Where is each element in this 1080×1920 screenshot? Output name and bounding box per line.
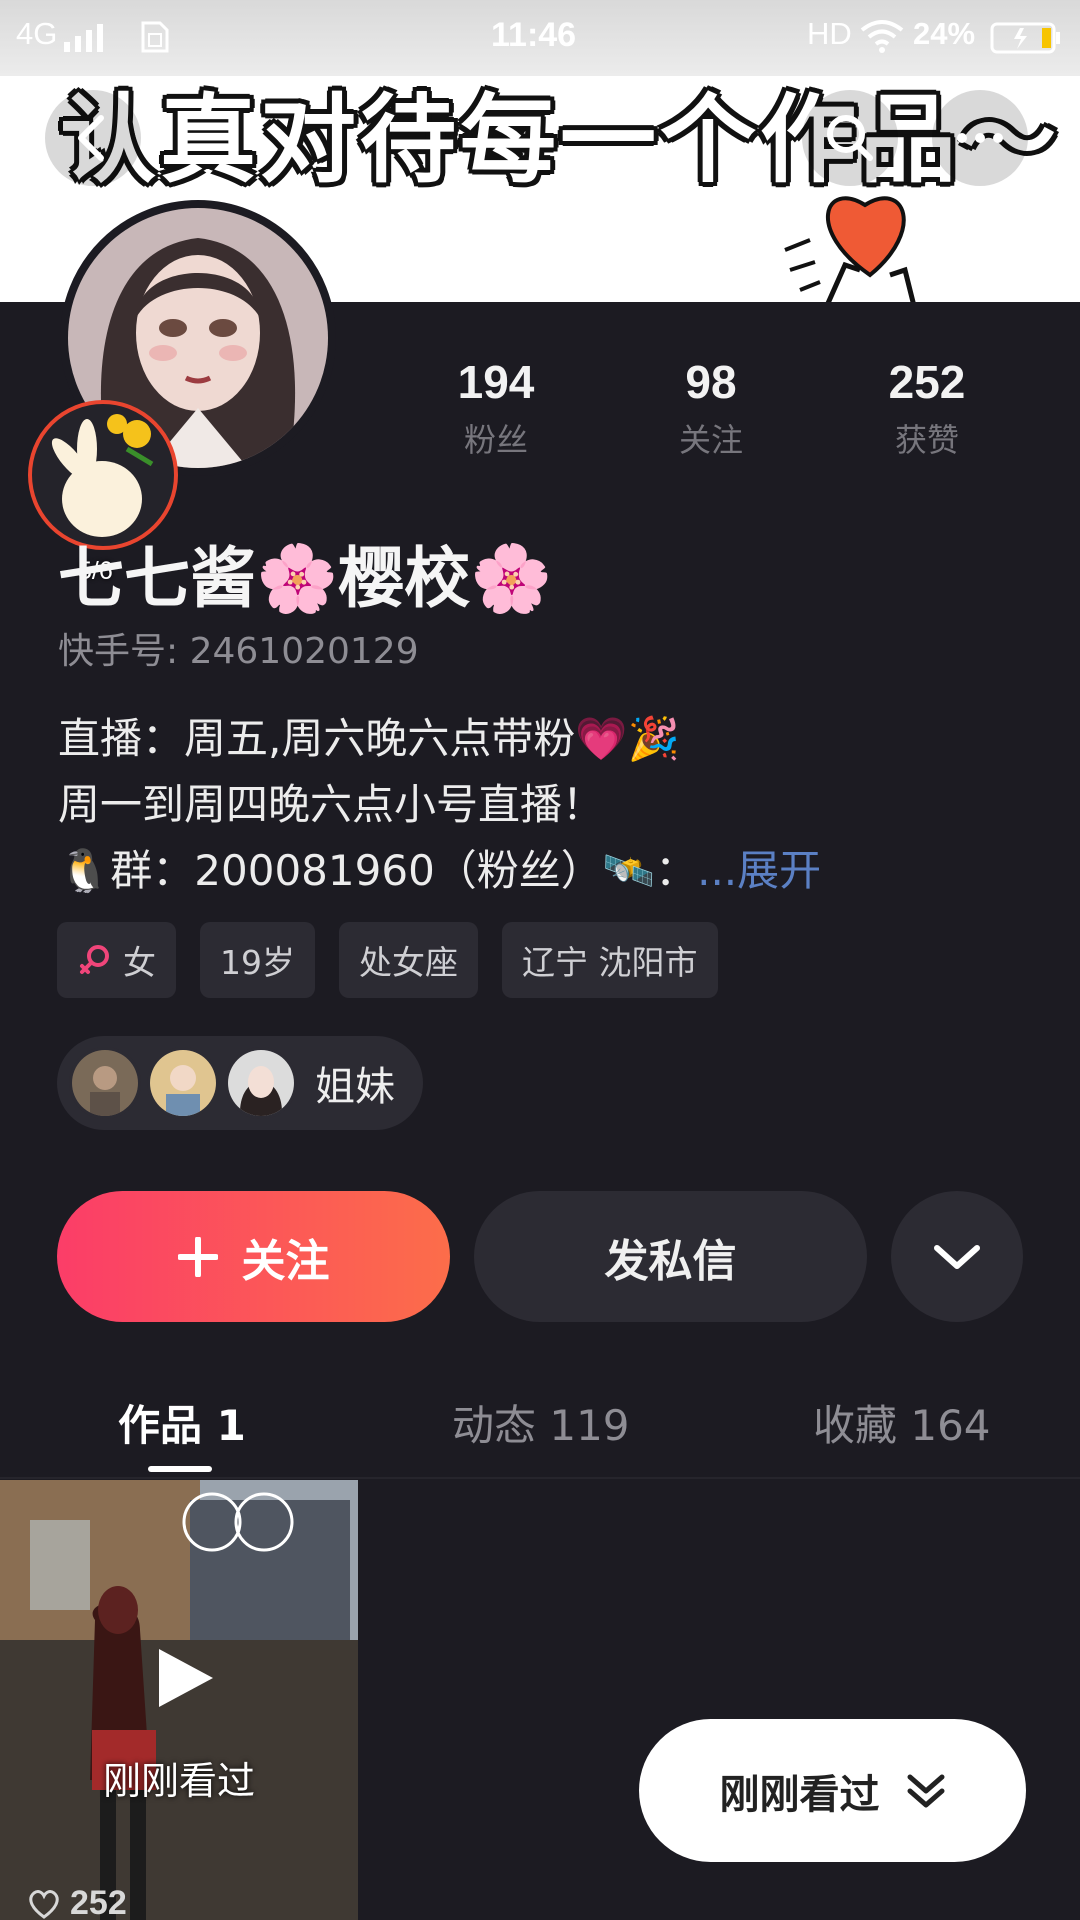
signal-icon: [64, 24, 103, 52]
profile-tags: 女 19岁 处女座 辽宁 沈阳市: [57, 922, 718, 998]
user-id[interactable]: 快手号: 2461020129: [58, 622, 419, 674]
tab-indicator: [148, 1466, 212, 1472]
more-icon: [957, 133, 1003, 143]
female-icon: [80, 945, 109, 974]
work-likes: 252: [26, 1884, 127, 1920]
expand-recommendations-button[interactable]: [891, 1191, 1023, 1322]
follow-label: 关注: [241, 1235, 330, 1287]
stat-value: 98: [685, 356, 737, 408]
message-label: 发私信: [604, 1235, 737, 1287]
tag-label: 女: [123, 943, 156, 982]
stat-label: 获赞: [894, 421, 959, 459]
tab-works[interactable]: 作品 1: [118, 1392, 246, 1453]
plus-icon: [177, 1236, 218, 1277]
friend-avatar: [147, 1047, 219, 1119]
bio-line: 直播：周五,周六晚六点带粉💗🎉: [58, 714, 680, 763]
stat-value: 252: [888, 356, 966, 408]
chevron-down-icon: [934, 1244, 980, 1269]
stat-label: 粉丝: [463, 421, 528, 459]
bio-line: 🐧群：200081960（粉丝）🛰️：: [58, 846, 698, 895]
more-options-button[interactable]: [932, 90, 1028, 186]
heart-illustration: [784, 196, 916, 302]
message-button[interactable]: 发私信: [474, 1191, 867, 1322]
clock: 11:46: [491, 16, 577, 54]
bio-line: 周一到周四晚六点小号直播！: [58, 780, 605, 829]
expand-link[interactable]: ...展开: [697, 846, 821, 895]
search-button[interactable]: [802, 90, 898, 186]
heart-outline-icon: [29, 1889, 59, 1919]
stat-value: 194: [457, 356, 535, 408]
hd-label: HD: [807, 16, 852, 51]
friend-avatar: [69, 1047, 141, 1119]
tag-gender: 女: [57, 922, 176, 998]
wifi-icon: [860, 20, 904, 53]
tag-zodiac: 处女座: [339, 922, 478, 998]
work-thumbnail[interactable]: [0, 1480, 358, 1920]
recently-viewed-button[interactable]: 刚刚看过: [639, 1719, 1026, 1862]
sisters-label: 姐妹: [315, 1064, 395, 1110]
profile-bio[interactable]: 直播：周五,周六晚六点带粉💗🎉 周一到周四晚六点小号直播！ 🐧群：2000819…: [58, 706, 821, 904]
stat-likes[interactable]: 252 获赞: [837, 355, 1017, 461]
recently-viewed-label: 刚刚看过: [102, 1759, 255, 1803]
recently-viewed-button-label: 刚刚看过: [719, 1771, 880, 1818]
back-button[interactable]: [45, 90, 141, 186]
network-label: 4G: [16, 16, 58, 51]
search-icon: [827, 115, 873, 161]
likes-count: 252: [70, 1884, 127, 1920]
tag-label: 辽宁 沈阳市: [522, 943, 698, 982]
back-icon: [78, 115, 104, 161]
tab-divider: [0, 1477, 1080, 1479]
tag-location: 辽宁 沈阳市: [502, 922, 718, 998]
stat-following[interactable]: 98 关注: [621, 355, 801, 461]
play-icon: [159, 1649, 213, 1707]
tag-label: 19岁: [220, 943, 295, 982]
tab-favorites[interactable]: 收藏 164: [813, 1392, 991, 1453]
battery-percent: 24%: [913, 16, 976, 51]
stat-followers[interactable]: 194 粉丝: [406, 355, 586, 461]
stat-label: 关注: [678, 421, 743, 459]
double-chevron-down-icon: [907, 1774, 944, 1807]
bio-line-with-expand: 🐧群：200081960（粉丝）🛰️：...展开: [58, 838, 821, 904]
tag-age: 19岁: [200, 922, 315, 998]
sim-icon: [141, 21, 169, 53]
tab-moments[interactable]: 动态 119: [452, 1392, 630, 1453]
tag-label: 处女座: [359, 943, 458, 982]
friend-avatar: [225, 1047, 297, 1119]
sisters-group[interactable]: 姐妹: [57, 1036, 423, 1130]
battery-icon: [990, 22, 1060, 54]
profile-name: 七七酱🌸樱校🌸: [58, 540, 553, 617]
follow-button[interactable]: 关注: [57, 1191, 450, 1322]
